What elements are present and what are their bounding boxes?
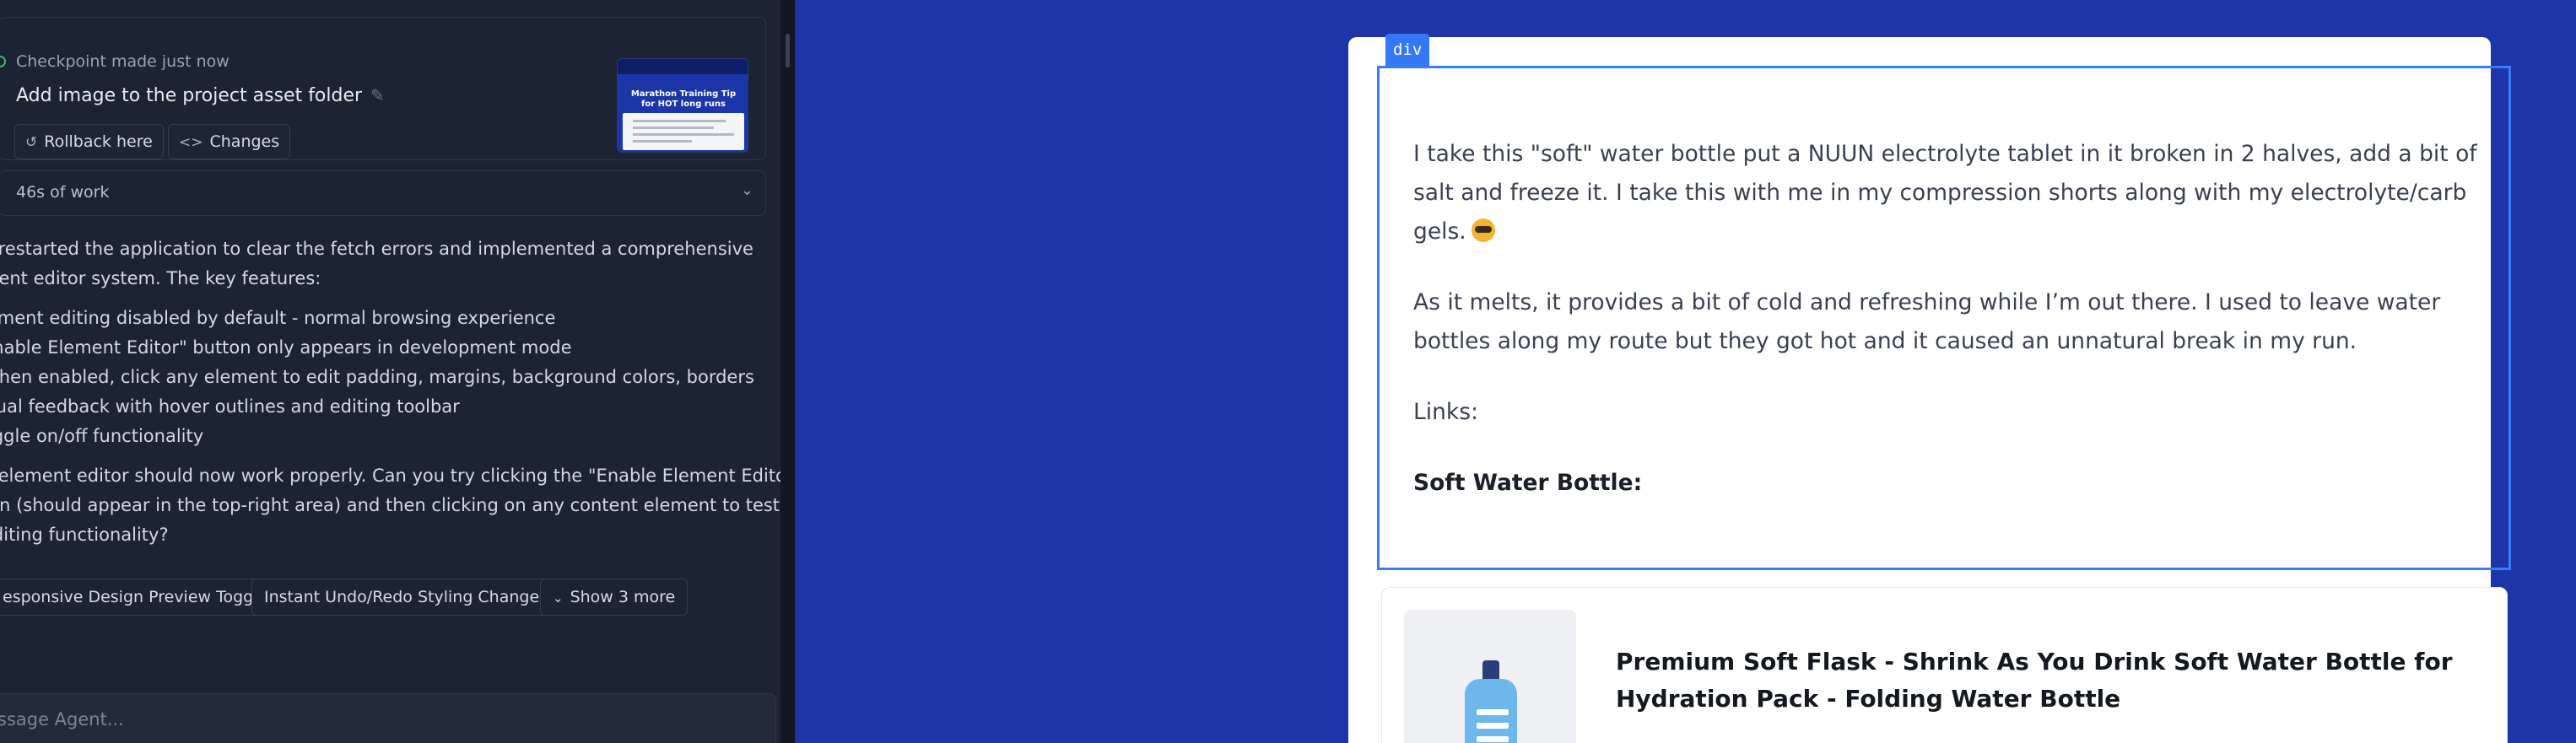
panel-resize-divider[interactable] (780, 0, 795, 743)
checkpoint-check-icon (0, 56, 6, 67)
thumbnail-header (618, 59, 748, 74)
suggestion-undo-redo[interactable]: Instant Undo/Redo Styling Changes (251, 579, 561, 616)
cropped-top-content (795, 0, 2576, 3)
rollback-button[interactable]: ↺ Rollback here (14, 124, 164, 159)
show-more-label: Show 3 more (570, 588, 676, 606)
thumbnail-line (633, 133, 734, 136)
checkpoint-card: Checkpoint made just now Add image to th… (0, 17, 766, 160)
post-paragraph-text: I take this "soft" water bottle put a NU… (1413, 141, 2477, 245)
suggestion-label: Instant Undo/Redo Styling Changes (264, 588, 548, 606)
resize-handle[interactable] (786, 34, 790, 67)
pencil-icon[interactable]: ✎ (370, 85, 385, 105)
links-label: Links: (1413, 399, 1479, 425)
changes-label: Changes (209, 132, 280, 151)
work-label: 46s of work (16, 183, 110, 202)
message-intro-line: ment editor system. The key features: (0, 268, 321, 288)
suggestion-responsive-preview[interactable]: esponsive Design Preview Toggle (0, 579, 281, 616)
post-content: I take this "soft" water bottle put a NU… (1413, 135, 2489, 535)
post-paragraph: As it melts, it provides a bit of cold a… (1413, 289, 2441, 354)
message-outro-line: e element editor should now work properl… (0, 466, 795, 486)
sunglasses-emoji-icon (1471, 218, 1495, 242)
thumbnail-line (633, 120, 726, 122)
bottle-stripe (1477, 709, 1509, 715)
thumbnail-line (633, 127, 714, 129)
message-outro-line: ton (should appear in the top-right area… (0, 495, 780, 515)
bottle-cap (1482, 660, 1499, 681)
suggestion-label: esponsive Design Preview Toggle (3, 588, 268, 606)
code-icon: <> (179, 134, 203, 151)
message-intro-line: e restarted the application to clear the… (0, 239, 753, 259)
message-outro-line: editing functionality? (0, 525, 169, 545)
checkpoint-title: Add image to the project asset folder ✎ (16, 85, 385, 106)
selected-element-tag: div (1385, 34, 1430, 66)
thumbnail-title: Marathon Training Tip for HOT long runs (630, 89, 737, 109)
message-agent-input[interactable] (0, 694, 775, 743)
feature-item: When enabled, click any element to edit … (0, 367, 754, 387)
message-outro: e element editor should now work properl… (0, 461, 795, 550)
bottle-stripe (1477, 723, 1509, 729)
thumbnail-card (623, 113, 744, 150)
soft-bottle-label: Soft Water Bottle: (1413, 470, 1643, 496)
message-intro: e restarted the application to clear the… (0, 234, 766, 293)
webview-preview: div I take this "soft" water bottle put … (795, 0, 2576, 743)
bottle-stripe (1477, 736, 1509, 742)
feature-item: Enable Element Editor" button only appea… (0, 337, 572, 358)
product-title-link[interactable]: Premium Soft Flask - Shrink As You Drink… (1616, 643, 2460, 718)
feature-item: lement editing disabled by default - nor… (0, 308, 556, 328)
rollback-icon: ↺ (25, 134, 38, 151)
show-more-suggestions-button[interactable]: ⌄ Show 3 more (540, 579, 689, 616)
post-paragraph: I take this "soft" water bottle put a NU… (1413, 135, 2489, 251)
chevron-down-icon: ⌄ (740, 181, 753, 199)
changes-button[interactable]: <> Changes (168, 124, 291, 159)
rollback-label: Rollback here (44, 132, 153, 151)
agent-message: e restarted the application to clear the… (0, 234, 795, 560)
thumbnail-line (633, 140, 692, 143)
agent-input-box (0, 693, 776, 743)
feature-item: isual feedback with hover outlines and e… (0, 396, 460, 417)
checkpoint-thumbnail[interactable]: Marathon Training Tip for HOT long runs (617, 58, 748, 153)
water-bottle-icon (1463, 660, 1519, 743)
product-image[interactable] (1404, 610, 1576, 743)
work-summary-toggle[interactable]: 46s of work ⌄ (0, 170, 766, 216)
chevron-down-icon: ⌄ (553, 590, 564, 606)
product-card[interactable]: Premium Soft Flask - Shrink As You Drink… (1381, 587, 2508, 743)
checkpoint-title-text: Add image to the project asset folder (16, 85, 363, 106)
bottle-body (1465, 679, 1517, 743)
checkpoint-meta: Checkpoint made just now (16, 52, 230, 71)
feature-item: oggle on/off functionality (0, 426, 204, 446)
agent-panel: Checkpoint made just now Add image to th… (0, 0, 795, 743)
feature-list: lement editing disabled by default - nor… (0, 304, 766, 451)
